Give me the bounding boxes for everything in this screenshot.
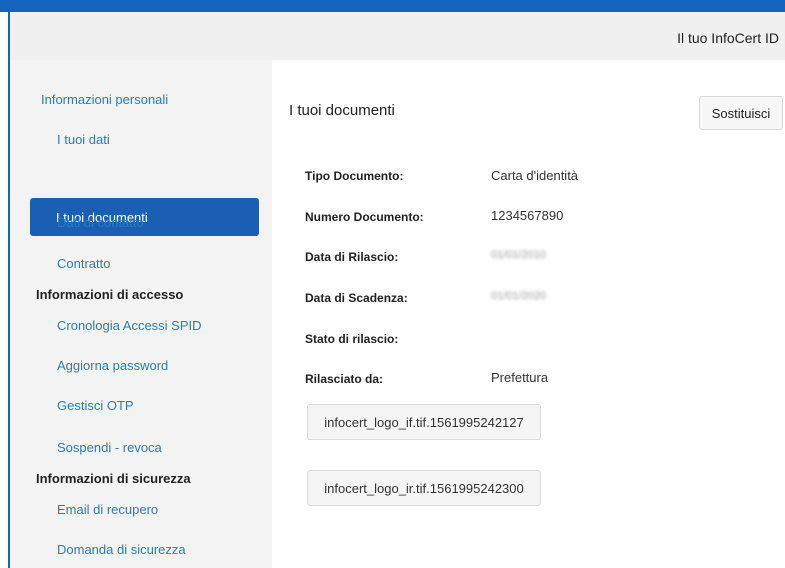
sidebar-item-domanda-di-sicurezza[interactable]: Domanda di sicurezza [57,542,186,557]
sidebar-section-informazioni-di-accesso: Informazioni di accesso [36,287,184,302]
field-value-tipo-documento: Carta d'identità [491,168,579,183]
sidebar-item-email-di-recupero[interactable]: Email di recupero [57,502,158,517]
field-label-tipo-documento: Tipo Documento: [305,169,404,183]
main-content: I tuoi documenti Sostituisci Tipo Docume… [272,60,785,568]
field-value-numero-documento: 1234567890 [491,208,564,223]
field-label-data-di-rilascio: Data di Rilascio: [305,250,399,264]
sidebar-item-contratto[interactable]: Contratto [57,256,110,271]
sidebar-item-cronologia-accessi-spid[interactable]: Cronologia Accessi SPID [57,318,202,333]
sidebar-section-informazioni-di-sicurezza: Informazioni di sicurezza [36,471,191,486]
field-label-numero-documento: Numero Documento: [305,210,424,224]
field-label-rilasciato-da: Rilasciato da: [305,372,384,386]
sidebar-item-dati-di-contatto[interactable]: Dati di contatto [57,215,144,230]
sidebar-item-aggiorna-password[interactable]: Aggiorna password [57,358,168,373]
top-accent-bar [0,0,785,12]
field-label-stato-di-rilascio: Stato di rilascio: [305,332,399,346]
sidebar-item-sospendi-revoca[interactable]: Sospendi - revoca [57,440,162,455]
document-file-button-back[interactable]: infocert_logo_ir.tif.1561995242300 [307,470,541,506]
app-frame: Il tuo InfoCert ID Informazioni personal… [8,12,785,568]
field-value-data-di-rilascio-blurred: 01/01/2010 [491,249,547,261]
page-title: I tuoi documenti [289,102,395,119]
field-label-data-di-scadenza: Data di Scadenza: [305,291,408,305]
field-value-rilasciato-da: Prefettura [491,370,549,385]
header-title: Il tuo InfoCert ID [677,30,779,46]
sidebar-item-gestisci-otp[interactable]: Gestisci OTP [57,398,134,413]
field-value-data-di-scadenza-blurred: 01/01/2020 [491,290,547,302]
sidebar: Informazioni personali I tuoi dati I tuo… [10,60,272,568]
replace-button[interactable]: Sostituisci [699,96,783,130]
sidebar-item-informazioni-personali[interactable]: Informazioni personali [41,92,168,107]
header: Il tuo InfoCert ID [10,12,785,61]
sidebar-item-i-tuoi-dati[interactable]: I tuoi dati [57,132,110,147]
document-file-button-front[interactable]: infocert_logo_if.tif.1561995242127 [307,404,541,440]
